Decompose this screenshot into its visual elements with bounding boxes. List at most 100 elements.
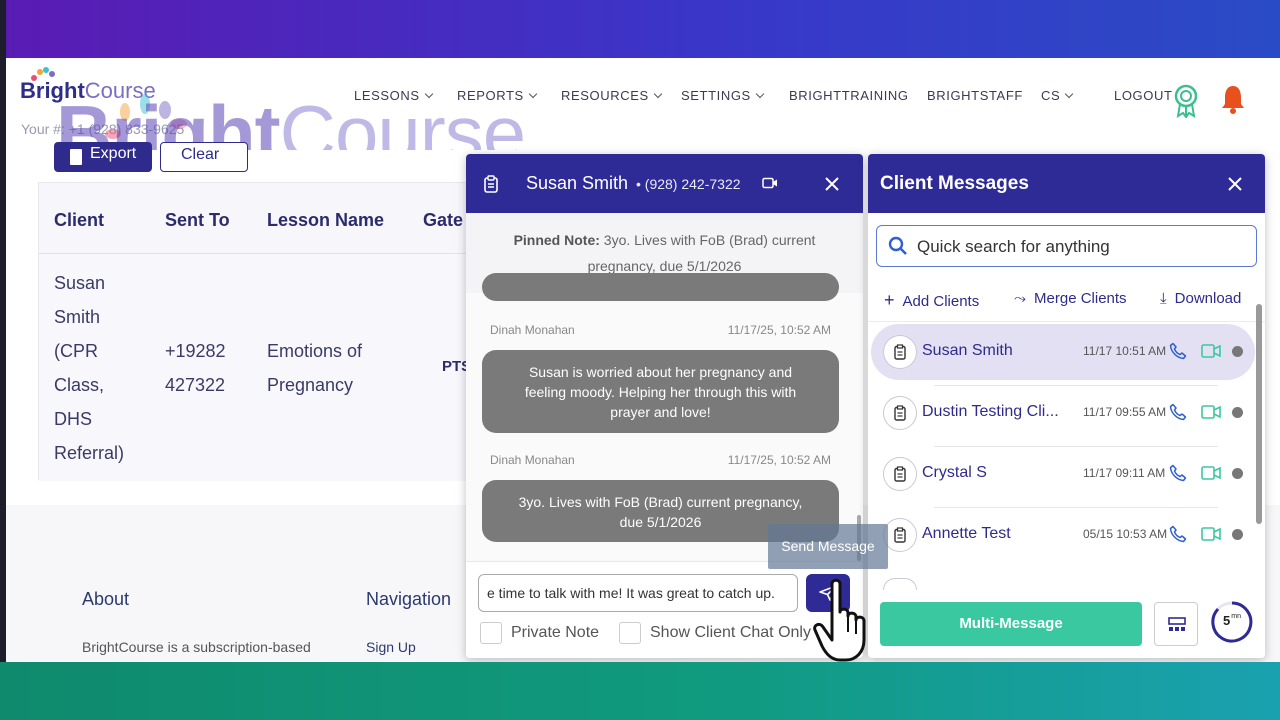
phone-icon[interactable]: [1169, 403, 1187, 421]
search-icon: [888, 236, 907, 255]
nav-lessons[interactable]: LESSONS: [354, 88, 433, 103]
video-icon[interactable]: [1201, 404, 1221, 420]
cell-sent-to: +19282 427322: [165, 334, 226, 402]
client-list-item[interactable]: Annette Test 05/15 10:53 AM: [871, 507, 1255, 563]
client-list-item[interactable]: Susan Smith 11/17 10:51 AM: [871, 324, 1255, 380]
message-time: 11/17/25, 10:52 AM: [727, 323, 831, 337]
nav-brighttraining-label: BRIGHTTRAINING: [789, 88, 909, 103]
client-messages-panel: Client Messages Quick search for anythin…: [868, 154, 1265, 658]
footer-signup-link[interactable]: Sign Up: [366, 639, 416, 655]
divider: [868, 321, 1265, 322]
add-clients-button[interactable]: + Add Clients: [884, 290, 979, 311]
table-row[interactable]: Susan Smith (CPR Class, DHS Referral) +1…: [39, 253, 479, 481]
pinned-note-label: Pinned Note:: [513, 232, 600, 248]
clipboard-icon: [894, 344, 906, 360]
export-button[interactable]: Export: [54, 142, 152, 172]
search-input[interactable]: Quick search for anything: [876, 225, 1257, 267]
cell-client-line: (CPR: [54, 341, 98, 361]
cell-sent-to-line: +19282: [165, 341, 226, 361]
video-call-icon[interactable]: [762, 177, 778, 189]
chevron-down-icon: [528, 89, 538, 99]
client-messages-footer: Multi-Message 5mn: [868, 590, 1265, 658]
phone-icon[interactable]: [1169, 342, 1187, 360]
private-note-checkbox[interactable]: [480, 622, 502, 644]
phone-icon[interactable]: [1169, 525, 1187, 543]
message-author: Dinah Monahan: [490, 323, 575, 337]
message-thread[interactable]: Dinah Monahan 11/17/25, 10:52 AM Susan i…: [466, 273, 863, 561]
cell-client-line: Class,: [54, 375, 105, 395]
private-note-label: Private Note: [511, 624, 600, 641]
brand-name-part1: Bright: [20, 78, 85, 103]
client-list-item[interactable]: Dustin Testing Cli... 11/17 09:55 AM: [871, 385, 1255, 441]
chevron-down-icon: [755, 89, 765, 99]
status-dot: [1232, 346, 1243, 357]
message-author: Dinah Monahan: [490, 453, 575, 467]
cell-client-line: Referral): [54, 443, 125, 463]
close-icon[interactable]: [825, 177, 839, 191]
pinned-note-text: 3yo. Lives with FoB (Brad) current pregn…: [587, 232, 816, 274]
nav-reports-label: REPORTS: [457, 88, 524, 103]
lessons-table: Client Sent To Lesson Name Gate Susan Sm…: [38, 182, 479, 481]
clipboard-icon: [894, 527, 906, 543]
site-header: BrightCourse Your #: +1 (928) 833-9625 L…: [6, 58, 1280, 177]
close-icon[interactable]: [1228, 177, 1242, 191]
client-list-item[interactable]: Crystal S 11/17 09:11 AM: [871, 446, 1255, 502]
merge-clients-button[interactable]: ⤳ Merge Clients: [1014, 290, 1127, 307]
column-header-gate[interactable]: Gate: [423, 210, 463, 231]
hand-pointer-cursor-icon: [813, 578, 866, 662]
client-name: Susan Smith: [922, 342, 1013, 359]
client-name: Crystal S: [922, 464, 987, 481]
client-last-time: 11/17 09:55 AM: [1083, 405, 1167, 419]
notification-bell-icon[interactable]: [1220, 84, 1246, 114]
message-input[interactable]: e time to talk with me! It was great to …: [478, 574, 798, 612]
timer-unit: mn: [1231, 613, 1241, 620]
phone-icon[interactable]: [1169, 464, 1187, 482]
merge-clients-label: Merge Clients: [1034, 290, 1127, 307]
clipboard-icon: [894, 466, 906, 482]
clipboard-icon: [894, 405, 906, 421]
nav-brightstaff[interactable]: BRIGHTSTAFF: [927, 88, 1023, 103]
nav-brighttraining[interactable]: BRIGHTTRAINING: [789, 88, 909, 103]
scroll-thumb[interactable]: [1256, 304, 1262, 524]
nav-settings[interactable]: SETTINGS: [681, 88, 765, 103]
chevron-down-icon: [1065, 89, 1074, 99]
layout-grid-icon: [1168, 617, 1186, 631]
cell-lesson-line: Pregnancy: [267, 375, 354, 395]
show-client-chat-checkbox[interactable]: [619, 622, 641, 644]
chat-panel: Susan Smith • (928) 242-7322 Pinned Note…: [466, 154, 863, 658]
nav-resources[interactable]: RESOURCES: [561, 88, 662, 103]
nav-reports[interactable]: REPORTS: [457, 88, 538, 103]
nav-logout[interactable]: LOGOUT: [1114, 88, 1173, 103]
video-icon[interactable]: [1201, 526, 1221, 542]
avatar: [883, 396, 917, 430]
session-timer[interactable]: 5mn: [1210, 600, 1254, 644]
column-header-sent-to[interactable]: Sent To: [165, 210, 230, 231]
award-ribbon-icon[interactable]: [1172, 84, 1200, 118]
status-dot: [1232, 529, 1243, 540]
chat-client-name: Susan Smith: [526, 173, 629, 193]
avatar: [883, 335, 917, 369]
timer-value: 5mn: [1223, 613, 1241, 628]
client-list-scrollbar[interactable]: [1256, 304, 1262, 564]
cell-client: Susan Smith (CPR Class, DHS Referral): [54, 266, 124, 470]
video-icon[interactable]: [1201, 465, 1221, 481]
video-icon[interactable]: [1201, 343, 1221, 359]
search-placeholder: Quick search for anything: [917, 237, 1110, 256]
column-header-client[interactable]: Client: [54, 210, 104, 231]
nav-brightstaff-label: BRIGHTSTAFF: [927, 88, 1023, 103]
footer-navigation-heading: Navigation: [366, 589, 452, 609]
clear-button[interactable]: Clear: [160, 142, 248, 172]
nav-cs[interactable]: CS: [1041, 88, 1074, 103]
download-button[interactable]: ⤓ Download: [1160, 290, 1241, 307]
client-name: Annette Test: [922, 525, 1011, 542]
chat-client-phone: • (928) 242-7322: [636, 176, 741, 192]
nav-cs-label: CS: [1041, 88, 1061, 103]
cell-client-line: DHS: [54, 409, 93, 429]
add-clients-label: Add Clients: [902, 293, 980, 310]
column-header-lesson-name[interactable]: Lesson Name: [267, 210, 384, 231]
multi-message-button[interactable]: Multi-Message: [880, 602, 1142, 646]
layout-button[interactable]: [1154, 602, 1198, 646]
cell-sent-to-line: 427322: [165, 375, 226, 395]
avatar: [883, 457, 917, 491]
clipboard-icon[interactable]: [484, 175, 498, 193]
